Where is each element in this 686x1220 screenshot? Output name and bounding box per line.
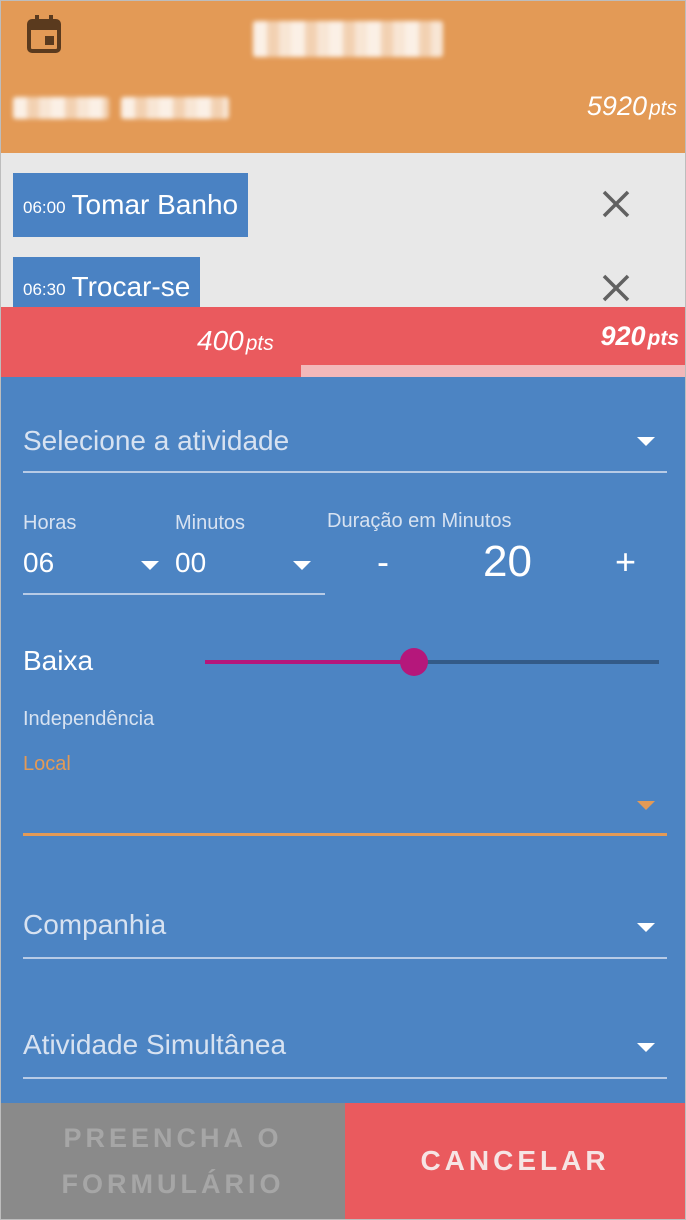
points-progress-bar: 400pts 920pts — [1, 307, 685, 377]
time-underline — [23, 593, 325, 595]
intensity-slider-fill[interactable] — [205, 660, 414, 664]
minutes-label: Minutos — [175, 512, 246, 534]
close-icon[interactable] — [599, 187, 633, 221]
fill-form-button-line1: PREENCHA O — [63, 1123, 283, 1153]
task-name: Tomar Banho — [71, 189, 239, 220]
minutes-select[interactable]: 00 — [175, 537, 315, 593]
total-points-unit: pts — [648, 97, 677, 120]
calendar-icon[interactable] — [27, 15, 61, 53]
current-points: 400pts — [197, 325, 274, 357]
duration-decrease-button[interactable]: - — [377, 541, 389, 583]
target-points-unit: pts — [647, 327, 680, 350]
chevron-down-icon — [141, 561, 159, 570]
chevron-down-icon — [637, 923, 655, 932]
hours-label: Horas — [23, 512, 77, 534]
app-screen: 5920pts 06:00 Tomar Banho 06:30 Trocar-s… — [0, 0, 686, 1220]
chevron-down-icon — [637, 1043, 655, 1052]
activity-select-placeholder: Selecione a atividade — [23, 425, 290, 456]
duration-increase-button[interactable]: + — [615, 541, 636, 583]
fill-form-button[interactable]: PREENCHA O FORMULÁRIO — [1, 1103, 345, 1219]
total-points-value: 5920 — [586, 91, 647, 121]
points-progress-remaining — [301, 365, 685, 377]
intensity-label: Baixa — [23, 645, 94, 676]
activity-form: Selecione a atividade Horas Minutos Dura… — [1, 377, 685, 1103]
companhia-select[interactable]: Companhia — [23, 899, 667, 959]
task-list: 06:00 Tomar Banho 06:30 Trocar-se — [1, 153, 685, 317]
user-subtitle-redacted-2 — [121, 97, 229, 119]
simultanea-select[interactable]: Atividade Simultânea — [23, 1019, 667, 1079]
cancel-button[interactable]: CANCELAR — [345, 1103, 685, 1219]
hours-select[interactable]: 06 — [23, 537, 161, 593]
local-select[interactable]: Local — [23, 753, 667, 836]
simultanea-placeholder: Atividade Simultânea — [23, 1029, 287, 1060]
independence-label: Independência — [23, 708, 155, 730]
activity-select[interactable]: Selecione a atividade — [23, 413, 667, 473]
target-points: 920pts — [600, 321, 679, 352]
fill-form-button-line2: FORMULÁRIO — [61, 1169, 285, 1199]
header: 5920pts — [1, 1, 685, 153]
duration-label: Duração em Minutos — [327, 510, 512, 532]
current-points-unit: pts — [245, 332, 274, 355]
task-time: 06:00 — [23, 198, 66, 217]
task-time: 06:30 — [23, 280, 66, 299]
companhia-placeholder: Companhia — [23, 909, 167, 940]
target-points-value: 920 — [600, 321, 646, 351]
task-item-tomar-banho[interactable]: 06:00 Tomar Banho — [13, 173, 249, 237]
chevron-down-icon — [637, 437, 655, 446]
close-icon[interactable] — [599, 271, 633, 305]
hours-value: 06 — [23, 547, 55, 578]
total-points: 5920pts — [587, 91, 677, 122]
intensity-slider-track[interactable] — [413, 660, 659, 664]
user-name-redacted — [253, 21, 443, 57]
chevron-down-icon — [637, 801, 655, 810]
local-label: Local — [23, 753, 71, 775]
current-points-value: 400 — [197, 325, 244, 356]
user-subtitle-redacted — [13, 97, 109, 119]
intensity-slider-thumb[interactable] — [399, 648, 428, 676]
chevron-down-icon — [293, 561, 311, 570]
duration-value: 20 — [483, 537, 532, 586]
task-name: Trocar-se — [71, 271, 191, 302]
minutes-value: 00 — [175, 547, 207, 578]
